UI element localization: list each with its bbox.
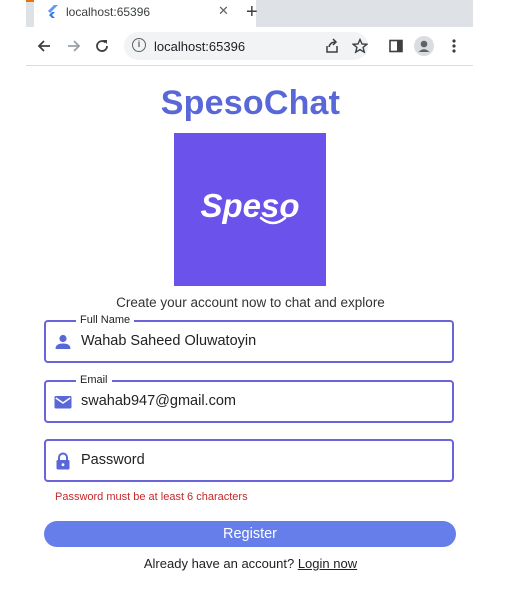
mail-icon [54, 396, 72, 409]
back-icon[interactable] [34, 36, 54, 56]
profile-avatar-icon[interactable] [414, 36, 434, 56]
password-error-message: Password must be at least 6 characters [55, 491, 248, 503]
page-subtitle: Create your account now to chat and expl… [116, 295, 385, 310]
lock-icon [56, 452, 70, 470]
flutter-icon [48, 5, 58, 18]
app-title: SpesoChat [160, 84, 341, 122]
login-now-link[interactable]: Login now [298, 556, 357, 571]
full-name-label: Full Name [76, 313, 135, 327]
tab-title: localhost:65396 [66, 5, 151, 19]
person-icon [55, 334, 71, 349]
logo-wordmark: Speso [200, 187, 300, 224]
reload-icon[interactable] [92, 36, 112, 56]
site-info-icon[interactable]: i [132, 38, 146, 52]
bookmark-star-icon[interactable] [350, 36, 370, 56]
login-prompt: Already have an account? Login now [0, 556, 501, 571]
browser-tab[interactable]: localhost:65396 ✕ [34, 0, 256, 27]
new-tab-button[interactable]: + [246, 1, 258, 24]
register-button[interactable]: Register [44, 521, 456, 547]
url-text: localhost:65396 [154, 39, 246, 54]
browser-toolbar: i localhost:65396 [26, 27, 473, 66]
forward-icon[interactable] [64, 36, 84, 56]
share-icon[interactable] [322, 36, 342, 56]
full-name-field[interactable]: Full Name Wahab Saheed Oluwatoyin [44, 313, 454, 363]
password-placeholder: Password [81, 452, 145, 468]
email-value: swahab947@gmail.com [81, 393, 236, 409]
browser-tab-strip: localhost:65396 ✕ + [26, 0, 473, 27]
email-label: Email [76, 373, 112, 387]
close-tab-icon[interactable]: ✕ [218, 3, 229, 19]
speso-logo: Speso [174, 133, 326, 286]
login-prompt-text: Already have an account? [143, 556, 295, 571]
logo-smile-icon [259, 216, 287, 225]
full-name-value: Wahab Saheed Oluwatoyin [81, 333, 257, 349]
side-panel-icon[interactable] [386, 36, 406, 56]
email-field[interactable]: Email swahab947@gmail.com [44, 373, 454, 423]
password-field[interactable]: Password [44, 439, 454, 482]
menu-kebab-icon[interactable] [444, 36, 464, 56]
